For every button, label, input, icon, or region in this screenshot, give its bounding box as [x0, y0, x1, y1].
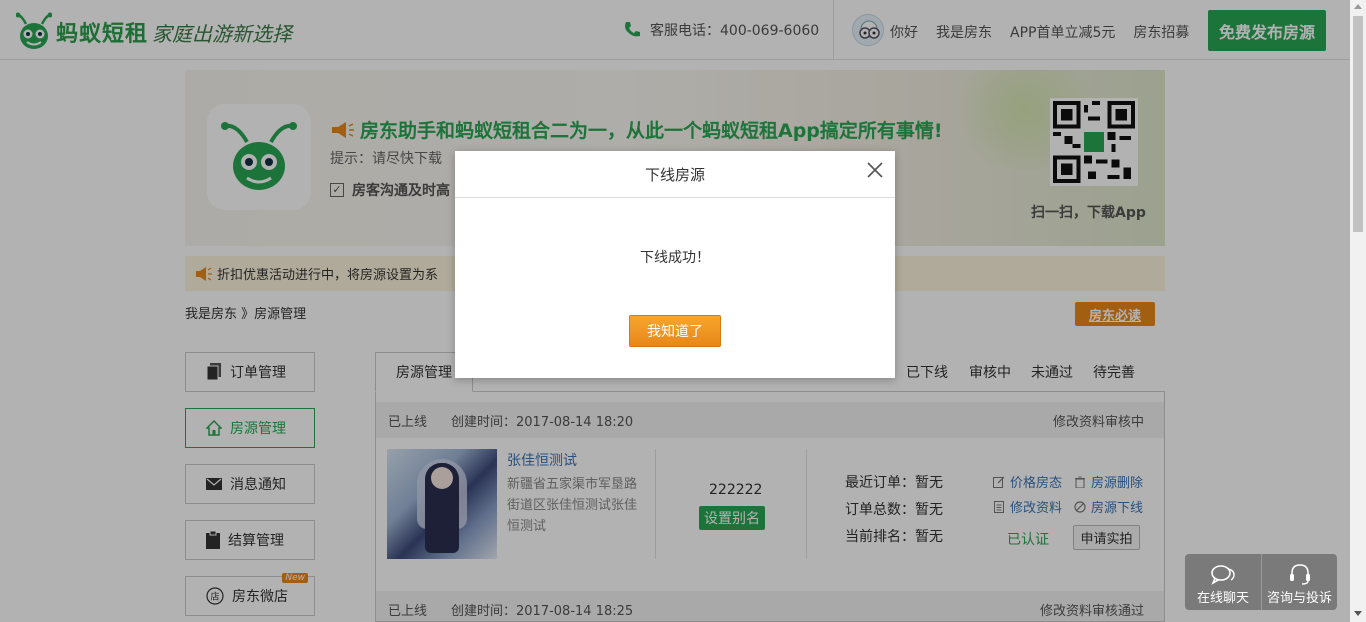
scroll-up-icon[interactable] — [1354, 4, 1362, 9]
online-chat-button[interactable]: 在线聊天 — [1185, 554, 1261, 610]
scrollbar-thumb[interactable] — [1353, 16, 1363, 232]
offline-listing-dialog: 下线房源 下线成功！ 我知道了 — [455, 151, 895, 378]
dialog-message: 下线成功！ — [640, 250, 710, 266]
scroll-down-icon[interactable] — [1354, 611, 1362, 616]
dialog-title: 下线房源 — [455, 151, 895, 198]
got-it-button[interactable]: 我知道了 — [629, 315, 721, 347]
page-scrollbar[interactable] — [1350, 0, 1366, 622]
chat-bubble-icon — [1211, 565, 1235, 585]
support-widget: 在线聊天 咨询与投诉 — [1185, 554, 1337, 610]
consult-complaint-button[interactable]: 咨询与投诉 — [1261, 554, 1337, 610]
close-icon[interactable] — [865, 160, 885, 180]
headset-icon — [1289, 564, 1310, 585]
